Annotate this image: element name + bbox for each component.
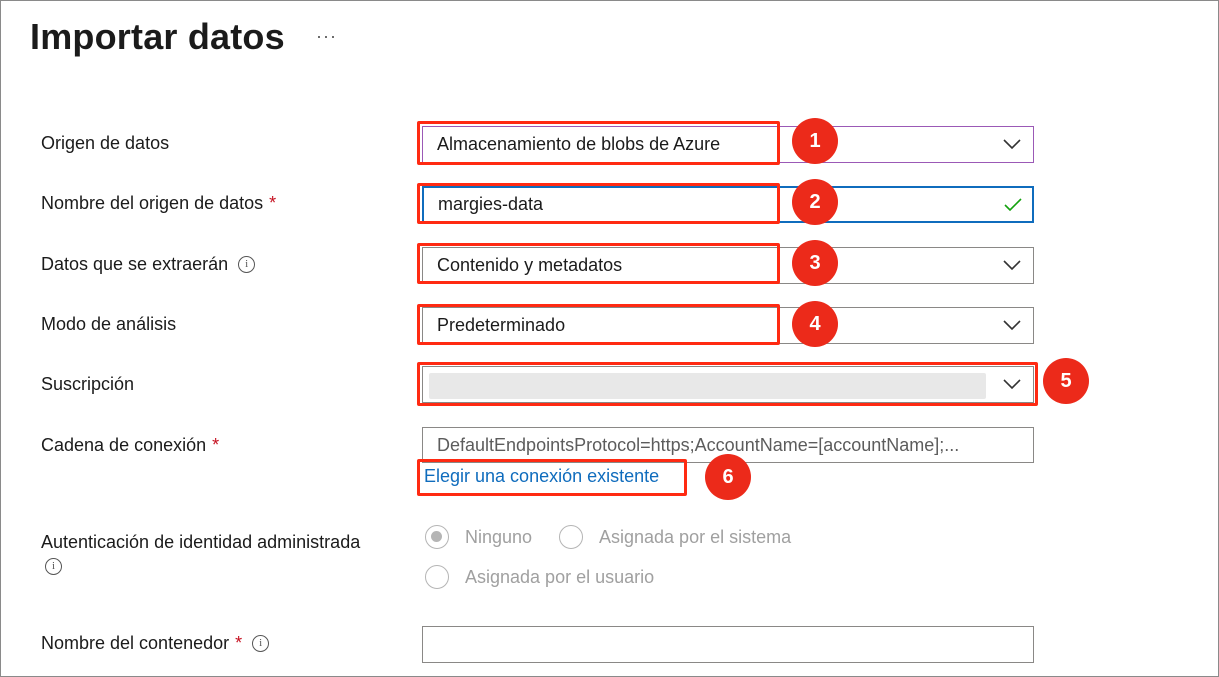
radio-system-assigned[interactable]: Asignada por el sistema (559, 525, 791, 549)
data-source-label: Origen de datos (41, 133, 170, 153)
subscription-label: Suscripción (41, 374, 135, 394)
required-asterisk: * (269, 193, 277, 213)
connection-string-value: DefaultEndpointsProtocol=https;AccountNa… (437, 434, 960, 455)
page-title: Importar datos (30, 16, 285, 57)
parsing-mode-label: Modo de análisis (41, 314, 177, 334)
data-to-extract-value: Contenido y metadatos (437, 255, 623, 275)
container-name-label: Nombre del contenedor * i (41, 633, 270, 654)
data-source-dropdown[interactable]: Almacenamiento de blobs de Azure (422, 126, 1034, 163)
data-to-extract-dropdown[interactable]: Contenido y metadatos (422, 247, 1034, 284)
more-options-button[interactable]: ··· (316, 26, 337, 47)
subscription-redacted-value (429, 373, 986, 399)
info-icon[interactable]: i (45, 558, 62, 575)
radio-indicator (559, 525, 583, 549)
parsing-mode-dropdown[interactable]: Predeterminado (422, 307, 1034, 344)
callout-badge-3: 3 (792, 240, 838, 286)
data-to-extract-label: Datos que se extraerán i (41, 254, 256, 275)
radio-selected-indicator (425, 525, 449, 549)
parsing-mode-value: Predeterminado (437, 315, 566, 335)
callout-badge-6: 6 (705, 454, 751, 500)
choose-existing-connection-link[interactable]: Elegir una conexión existente (424, 466, 659, 487)
data-source-name-value: margies-data (438, 194, 544, 214)
checkmark-icon (1004, 198, 1022, 212)
radio-user-assigned[interactable]: Asignada por el usuario (425, 565, 654, 589)
chevron-down-icon (1003, 320, 1021, 331)
required-asterisk: * (235, 633, 243, 653)
callout-badge-1: 1 (792, 118, 838, 164)
subscription-dropdown[interactable] (422, 366, 1034, 403)
chevron-down-icon (1003, 260, 1021, 271)
radio-indicator (425, 565, 449, 589)
data-source-name-input[interactable]: margies-data (422, 186, 1034, 223)
info-icon[interactable]: i (238, 256, 256, 273)
info-icon[interactable]: i (252, 635, 270, 652)
required-asterisk: * (212, 435, 220, 455)
callout-badge-2: 2 (792, 179, 838, 225)
container-name-input[interactable] (422, 626, 1034, 663)
callout-badge-5: 5 (1043, 358, 1089, 404)
managed-identity-label: Autenticación de identidad administrada (41, 532, 361, 552)
data-source-name-label: Nombre del origen de datos * (41, 193, 277, 213)
data-source-value: Almacenamiento de blobs de Azure (437, 134, 721, 154)
callout-badge-4: 4 (792, 301, 838, 347)
chevron-down-icon (1003, 139, 1021, 150)
connection-string-label: Cadena de conexión * (41, 435, 220, 455)
radio-none[interactable]: Ninguno (425, 525, 532, 549)
chevron-down-icon (1003, 379, 1021, 390)
